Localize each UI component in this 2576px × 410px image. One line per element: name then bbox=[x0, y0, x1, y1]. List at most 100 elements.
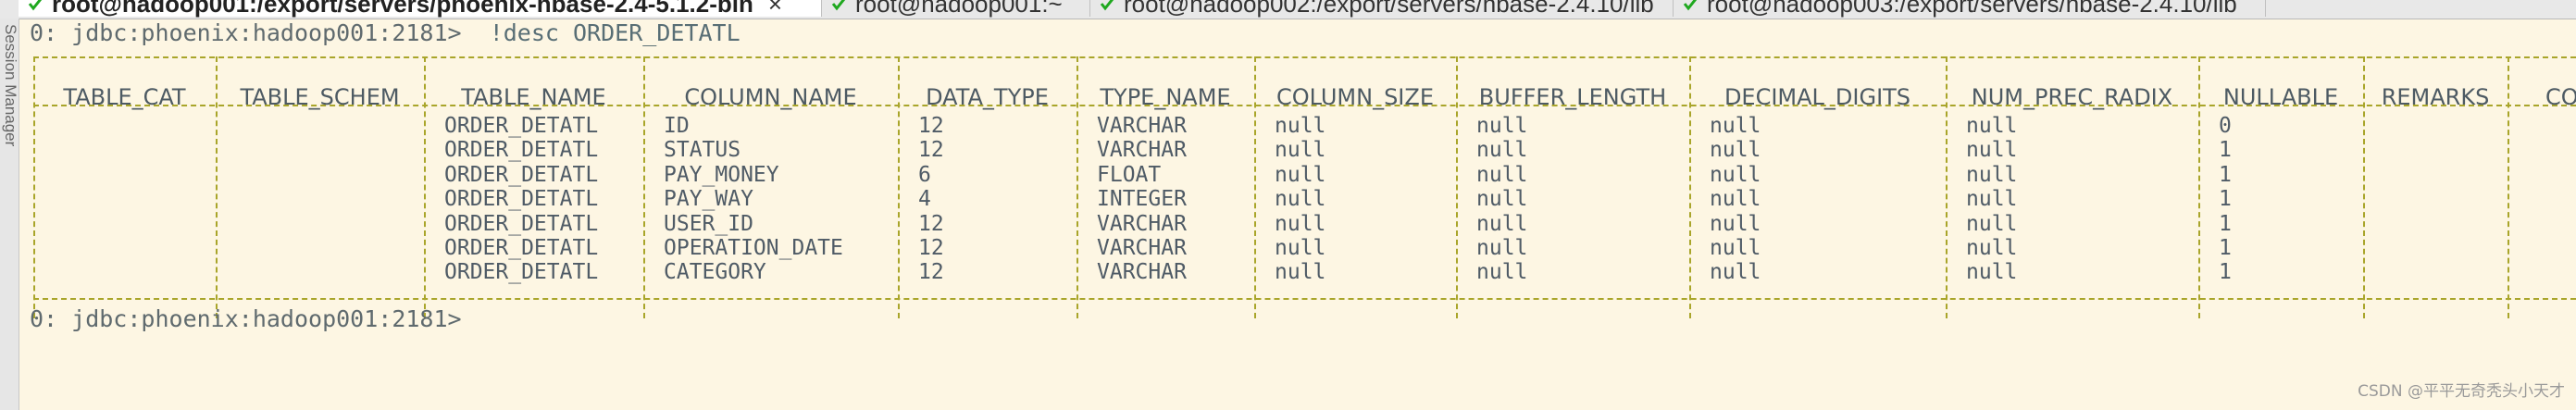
table-cell: null bbox=[1275, 114, 1326, 138]
table-cell: 1 bbox=[2219, 162, 2232, 187]
table-cell: 1 bbox=[2219, 138, 2232, 163]
table-cell: 12 bbox=[918, 114, 944, 138]
session-manager-panel[interactable]: Session Manager bbox=[0, 19, 19, 410]
green-check-icon bbox=[831, 0, 846, 11]
column-header: NUM_PREC_RADIX bbox=[1971, 84, 2173, 110]
table-cell: null bbox=[1710, 114, 1761, 138]
table-cell: ORDER_DETATL bbox=[444, 236, 599, 260]
table-cell: null bbox=[1710, 260, 1761, 285]
table-cell: VARCHAR bbox=[1097, 114, 1187, 138]
table-cell: 1 bbox=[2219, 187, 2232, 212]
column-header: TYPE_NAME bbox=[1100, 84, 1231, 110]
table-cell: ORDER_DETATL bbox=[444, 260, 599, 285]
table-cell: null bbox=[1710, 211, 1761, 236]
table-cell: null bbox=[1966, 114, 2018, 138]
table-cell: 12 bbox=[918, 211, 944, 236]
table-cell: null bbox=[1275, 260, 1326, 285]
column-header: REMARKS bbox=[2381, 84, 2490, 110]
green-check-icon bbox=[1100, 0, 1114, 11]
table-cell: null bbox=[1275, 138, 1326, 163]
column-header: DECIMAL_DIGITS bbox=[1724, 84, 1911, 110]
table-cell: 12 bbox=[918, 138, 944, 163]
column-header: COLUMN_NAME bbox=[684, 84, 857, 110]
table-cell: null bbox=[1710, 138, 1761, 163]
table-cell: ORDER_DETATL bbox=[444, 211, 599, 236]
tab-hadoop001-home[interactable]: root@hadoop001:~ bbox=[822, 0, 1090, 18]
column-header: COLUMN_SIZE bbox=[1276, 84, 1434, 110]
table-cell: STATUS bbox=[664, 138, 741, 163]
table-cell: null bbox=[1966, 236, 2018, 260]
table-cell: 6 bbox=[918, 162, 931, 187]
tab-bar: root@hadoop001:/export/servers/phoenix-h… bbox=[0, 0, 2576, 19]
table-cell: null bbox=[1275, 236, 1326, 260]
table-cell: null bbox=[1710, 236, 1761, 260]
tab-label: root@hadoop003:/export/servers/hbase-2.4… bbox=[1707, 0, 2237, 18]
table-cell: PAY_MONEY bbox=[664, 162, 779, 187]
table-cell: 1 bbox=[2219, 211, 2232, 236]
table-cell: ORDER_DETATL bbox=[444, 162, 599, 187]
table-cell: 1 bbox=[2219, 260, 2232, 285]
tab-hadoop001-phoenix[interactable]: root@hadoop001:/export/servers/phoenix-h… bbox=[19, 0, 822, 19]
table-cell: ORDER_DETATL bbox=[444, 187, 599, 212]
table-cell: null bbox=[1275, 162, 1326, 187]
table-cell: INTEGER bbox=[1097, 187, 1187, 212]
table-cell: ORDER_DETATL bbox=[444, 114, 599, 138]
session-manager-label: Session Manager bbox=[2, 24, 19, 147]
table-cell: null bbox=[1476, 236, 1528, 260]
tab-label: root@hadoop002:/export/servers/hbase-2.4… bbox=[1124, 0, 1654, 18]
table-cell: FLOAT bbox=[1097, 162, 1162, 187]
table-border-top bbox=[33, 56, 2576, 58]
table-cell: 12 bbox=[918, 236, 944, 260]
table-cell: null bbox=[1966, 138, 2018, 163]
table-cell: VARCHAR bbox=[1097, 236, 1187, 260]
table-cell: PAY_WAY bbox=[664, 187, 753, 212]
command-line: 0: jdbc:phoenix:hadoop001:2181> !desc OR… bbox=[30, 19, 740, 46]
column-header: TABLE_CAT bbox=[63, 84, 186, 110]
tab-hadoop003-lib[interactable]: root@hadoop003:/export/servers/hbase-2.4… bbox=[1674, 0, 2266, 18]
table-cell: USER_ID bbox=[664, 211, 753, 236]
watermark: CSDN @平平无奇秃头小天才 bbox=[2358, 382, 2565, 401]
table-cell: null bbox=[1476, 211, 1528, 236]
final-prompt: 0: jdbc:phoenix:hadoop001:2181> bbox=[30, 305, 462, 332]
tab-hadoop002-lib[interactable]: root@hadoop002:/export/servers/hbase-2.4… bbox=[1090, 0, 1674, 18]
table-cell: 0 bbox=[2219, 114, 2232, 138]
table-cell: null bbox=[1275, 187, 1326, 212]
table-cell: 4 bbox=[918, 187, 931, 212]
table-cell: ID bbox=[664, 114, 690, 138]
table-cell: null bbox=[1966, 211, 2018, 236]
table-cell: null bbox=[1966, 260, 2018, 285]
table-cell: 12 bbox=[918, 260, 944, 285]
table-cell: ORDER_DETATL bbox=[444, 138, 599, 163]
table-cell: null bbox=[1710, 187, 1761, 212]
table-cell: null bbox=[1710, 162, 1761, 187]
table-cell: CATEGORY bbox=[664, 260, 766, 285]
column-header: COL bbox=[2545, 84, 2576, 110]
command-text: !desc ORDER_DETATL bbox=[489, 19, 740, 46]
table-cell: 1 bbox=[2219, 236, 2232, 260]
column-header: TABLE_SCHEM bbox=[240, 84, 400, 110]
table-cell: VARCHAR bbox=[1097, 138, 1187, 163]
green-check-icon bbox=[1683, 0, 1698, 11]
table-cell: null bbox=[1476, 260, 1528, 285]
column-header: NULLABLE bbox=[2222, 84, 2339, 110]
table-cell: null bbox=[1476, 162, 1528, 187]
table-cell: OPERATION_DATE bbox=[664, 236, 843, 260]
tab-label: root@hadoop001:~ bbox=[855, 0, 1063, 18]
table-cell: VARCHAR bbox=[1097, 211, 1187, 236]
table-cell: null bbox=[1476, 114, 1528, 138]
table-cell: null bbox=[1966, 162, 2018, 187]
table-cell: VARCHAR bbox=[1097, 260, 1187, 285]
prompt-text: 0: jdbc:phoenix:hadoop001:2181> bbox=[30, 19, 462, 46]
table-cell: null bbox=[1966, 187, 2018, 212]
table-cell: null bbox=[1476, 138, 1528, 163]
tab-label: root@hadoop001:/export/servers/phoenix-h… bbox=[52, 0, 753, 18]
terminal-output[interactable]: 0: jdbc:phoenix:hadoop001:2181> !desc OR… bbox=[19, 19, 2576, 410]
column-header: BUFFER_LENGTH bbox=[1478, 84, 1667, 110]
table-cell: null bbox=[1275, 211, 1326, 236]
column-header: DATA_TYPE bbox=[926, 84, 1049, 110]
table-border-bottom bbox=[33, 298, 2576, 300]
tab-close-icon[interactable]: × bbox=[768, 0, 782, 19]
table-cell: null bbox=[1476, 187, 1528, 212]
green-check-icon bbox=[28, 0, 43, 11]
column-header: TABLE_NAME bbox=[461, 84, 606, 110]
